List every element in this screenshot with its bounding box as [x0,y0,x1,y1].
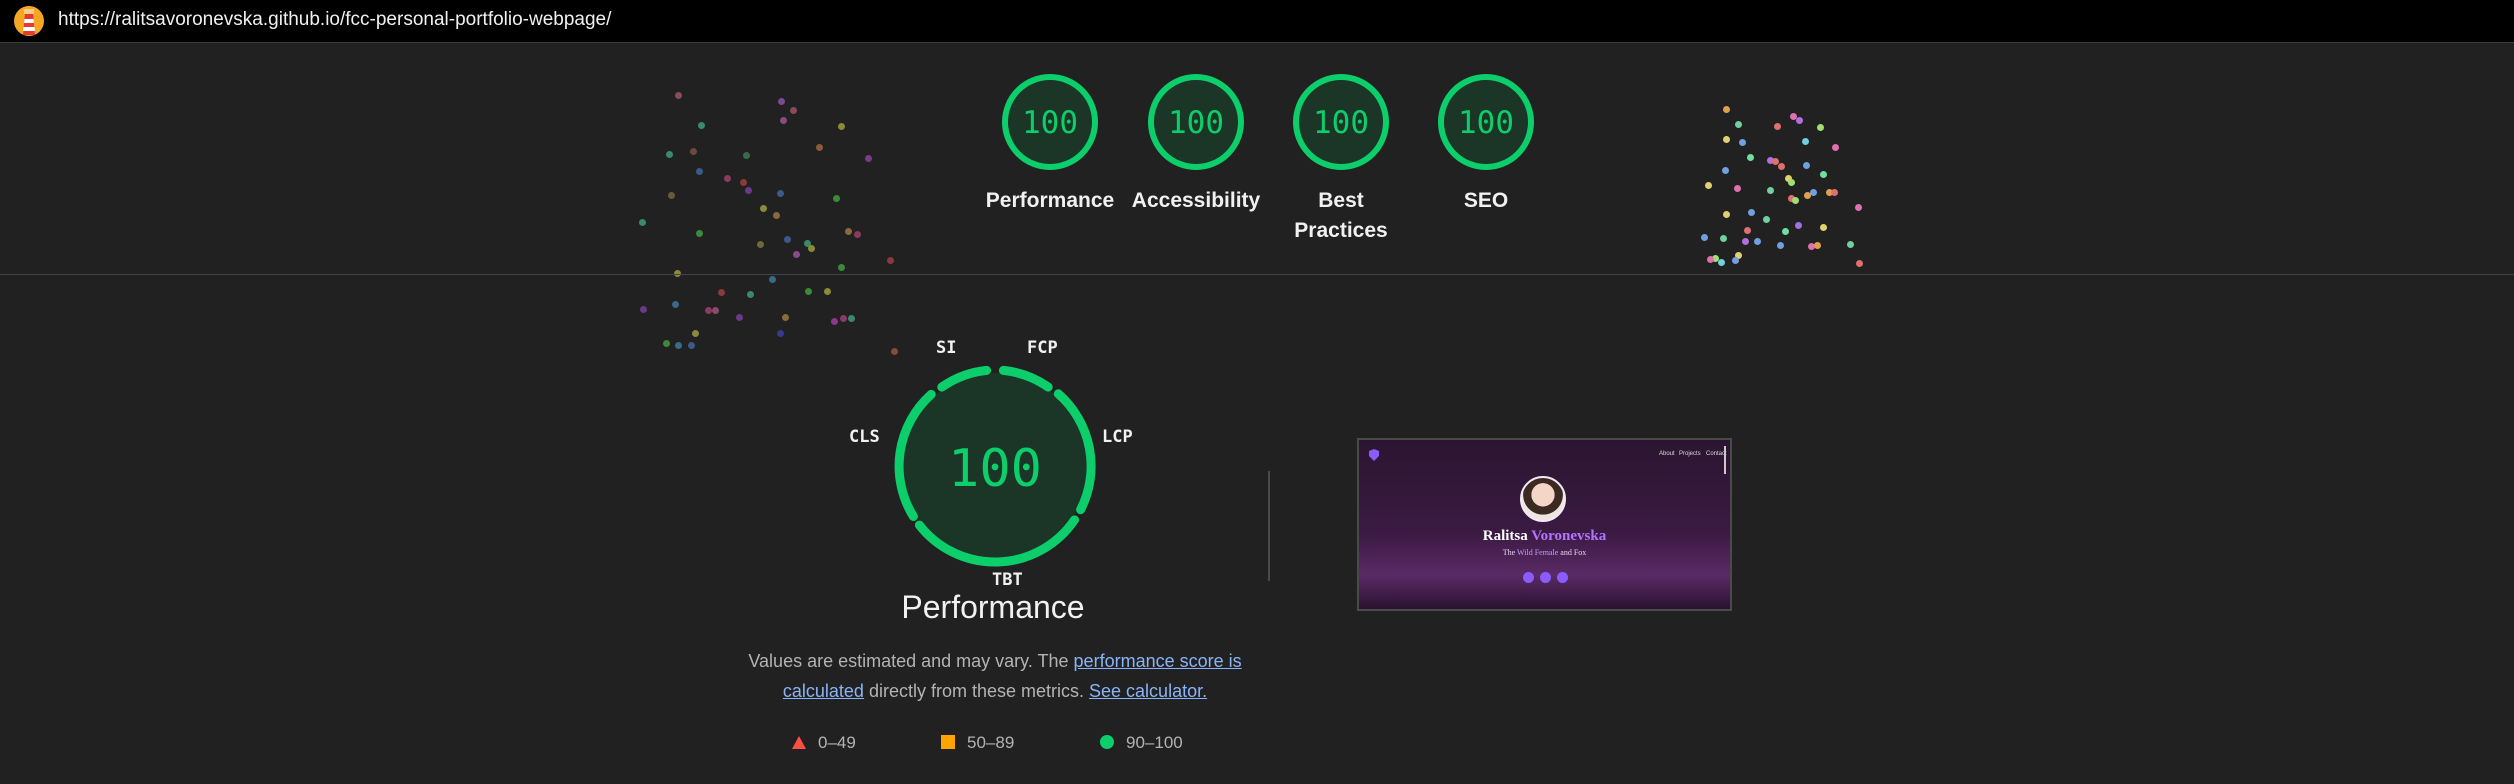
legend-fail: 0–49 [792,733,856,753]
score-value: 100 [1168,105,1224,141]
metric-label-cls: CLS [849,427,880,447]
category-gauge-accessibility[interactable]: 100 Accessibility [1116,72,1276,216]
category-label: Best Practices [1294,189,1388,242]
metric-label-tbt: TBT [992,570,1023,590]
thumb-nav-projects: Projects [1679,451,1701,457]
confetti-right-decoration [1695,100,1875,280]
red-triangle-icon [792,736,806,749]
header-divider [0,274,2514,275]
green-circle-icon [1100,735,1114,749]
performance-score: 100 [948,439,1042,499]
thumb-scrollbar [1724,446,1726,474]
github-icon [1523,572,1534,583]
legend-range: 0–49 [818,733,856,752]
confetti-left-decoration [630,85,910,365]
final-screenshot-thumbnail[interactable]: About Projects Contact Ralitsa Voronevsk… [1357,438,1732,611]
metric-label-fcp: FCP [1027,338,1058,358]
category-gauge-best-practices[interactable]: 100 Best Practices [1261,72,1421,246]
category-label: SEO [1463,189,1509,212]
score-ring: 100 [1438,74,1534,170]
category-gauge-seo[interactable]: 100 SEO [1406,72,1566,216]
lighthouse-logo-icon [14,6,44,36]
score-value: 100 [1458,105,1514,141]
vertical-divider [1268,471,1270,581]
description-text: Values are estimated and may vary. The [748,651,1074,671]
legend-average: 50–89 [941,733,1014,753]
performance-metrics-gauge: 100 [894,365,1096,567]
description-text: directly from these metrics. [863,681,1090,701]
performance-description: Values are estimated and may vary. The p… [735,646,1255,706]
orange-square-icon [941,735,955,749]
see-calculator-link[interactable]: See calculator. [1089,681,1207,701]
legend-range: 90–100 [1126,733,1183,752]
site-logo-icon [1369,449,1379,461]
thumb-hero-name: Ralitsa Voronevska [1482,528,1607,544]
category-label: Accessibility [1131,189,1261,212]
top-bar: https://ralitsavoronevska.github.io/fcc-… [0,0,2514,43]
score-value: 100 [1022,105,1078,141]
thumb-hero-subtitle: The Wild Female and Fox [1502,548,1587,557]
score-value: 100 [1313,105,1369,141]
metric-label-si: SI [936,338,957,358]
score-ring: 100 [1293,74,1389,170]
linkedin-icon [1540,572,1551,583]
codepen-icon [1557,572,1568,583]
score-ring: 100 [1002,74,1098,170]
avatar [1520,476,1566,522]
legend-pass: 90–100 [1100,733,1183,753]
thumb-social-icons [1523,570,1574,588]
thumb-nav-about: About [1659,451,1675,457]
score-ring: 100 [1148,74,1244,170]
page-url[interactable]: https://ralitsavoronevska.github.io/fcc-… [58,9,611,31]
category-gauge-performance[interactable]: 100 Performance [970,72,1130,216]
legend-range: 50–89 [967,733,1015,752]
performance-title: Performance [901,589,1085,625]
category-label: Performance [985,189,1115,212]
metric-label-lcp: LCP [1102,427,1133,447]
